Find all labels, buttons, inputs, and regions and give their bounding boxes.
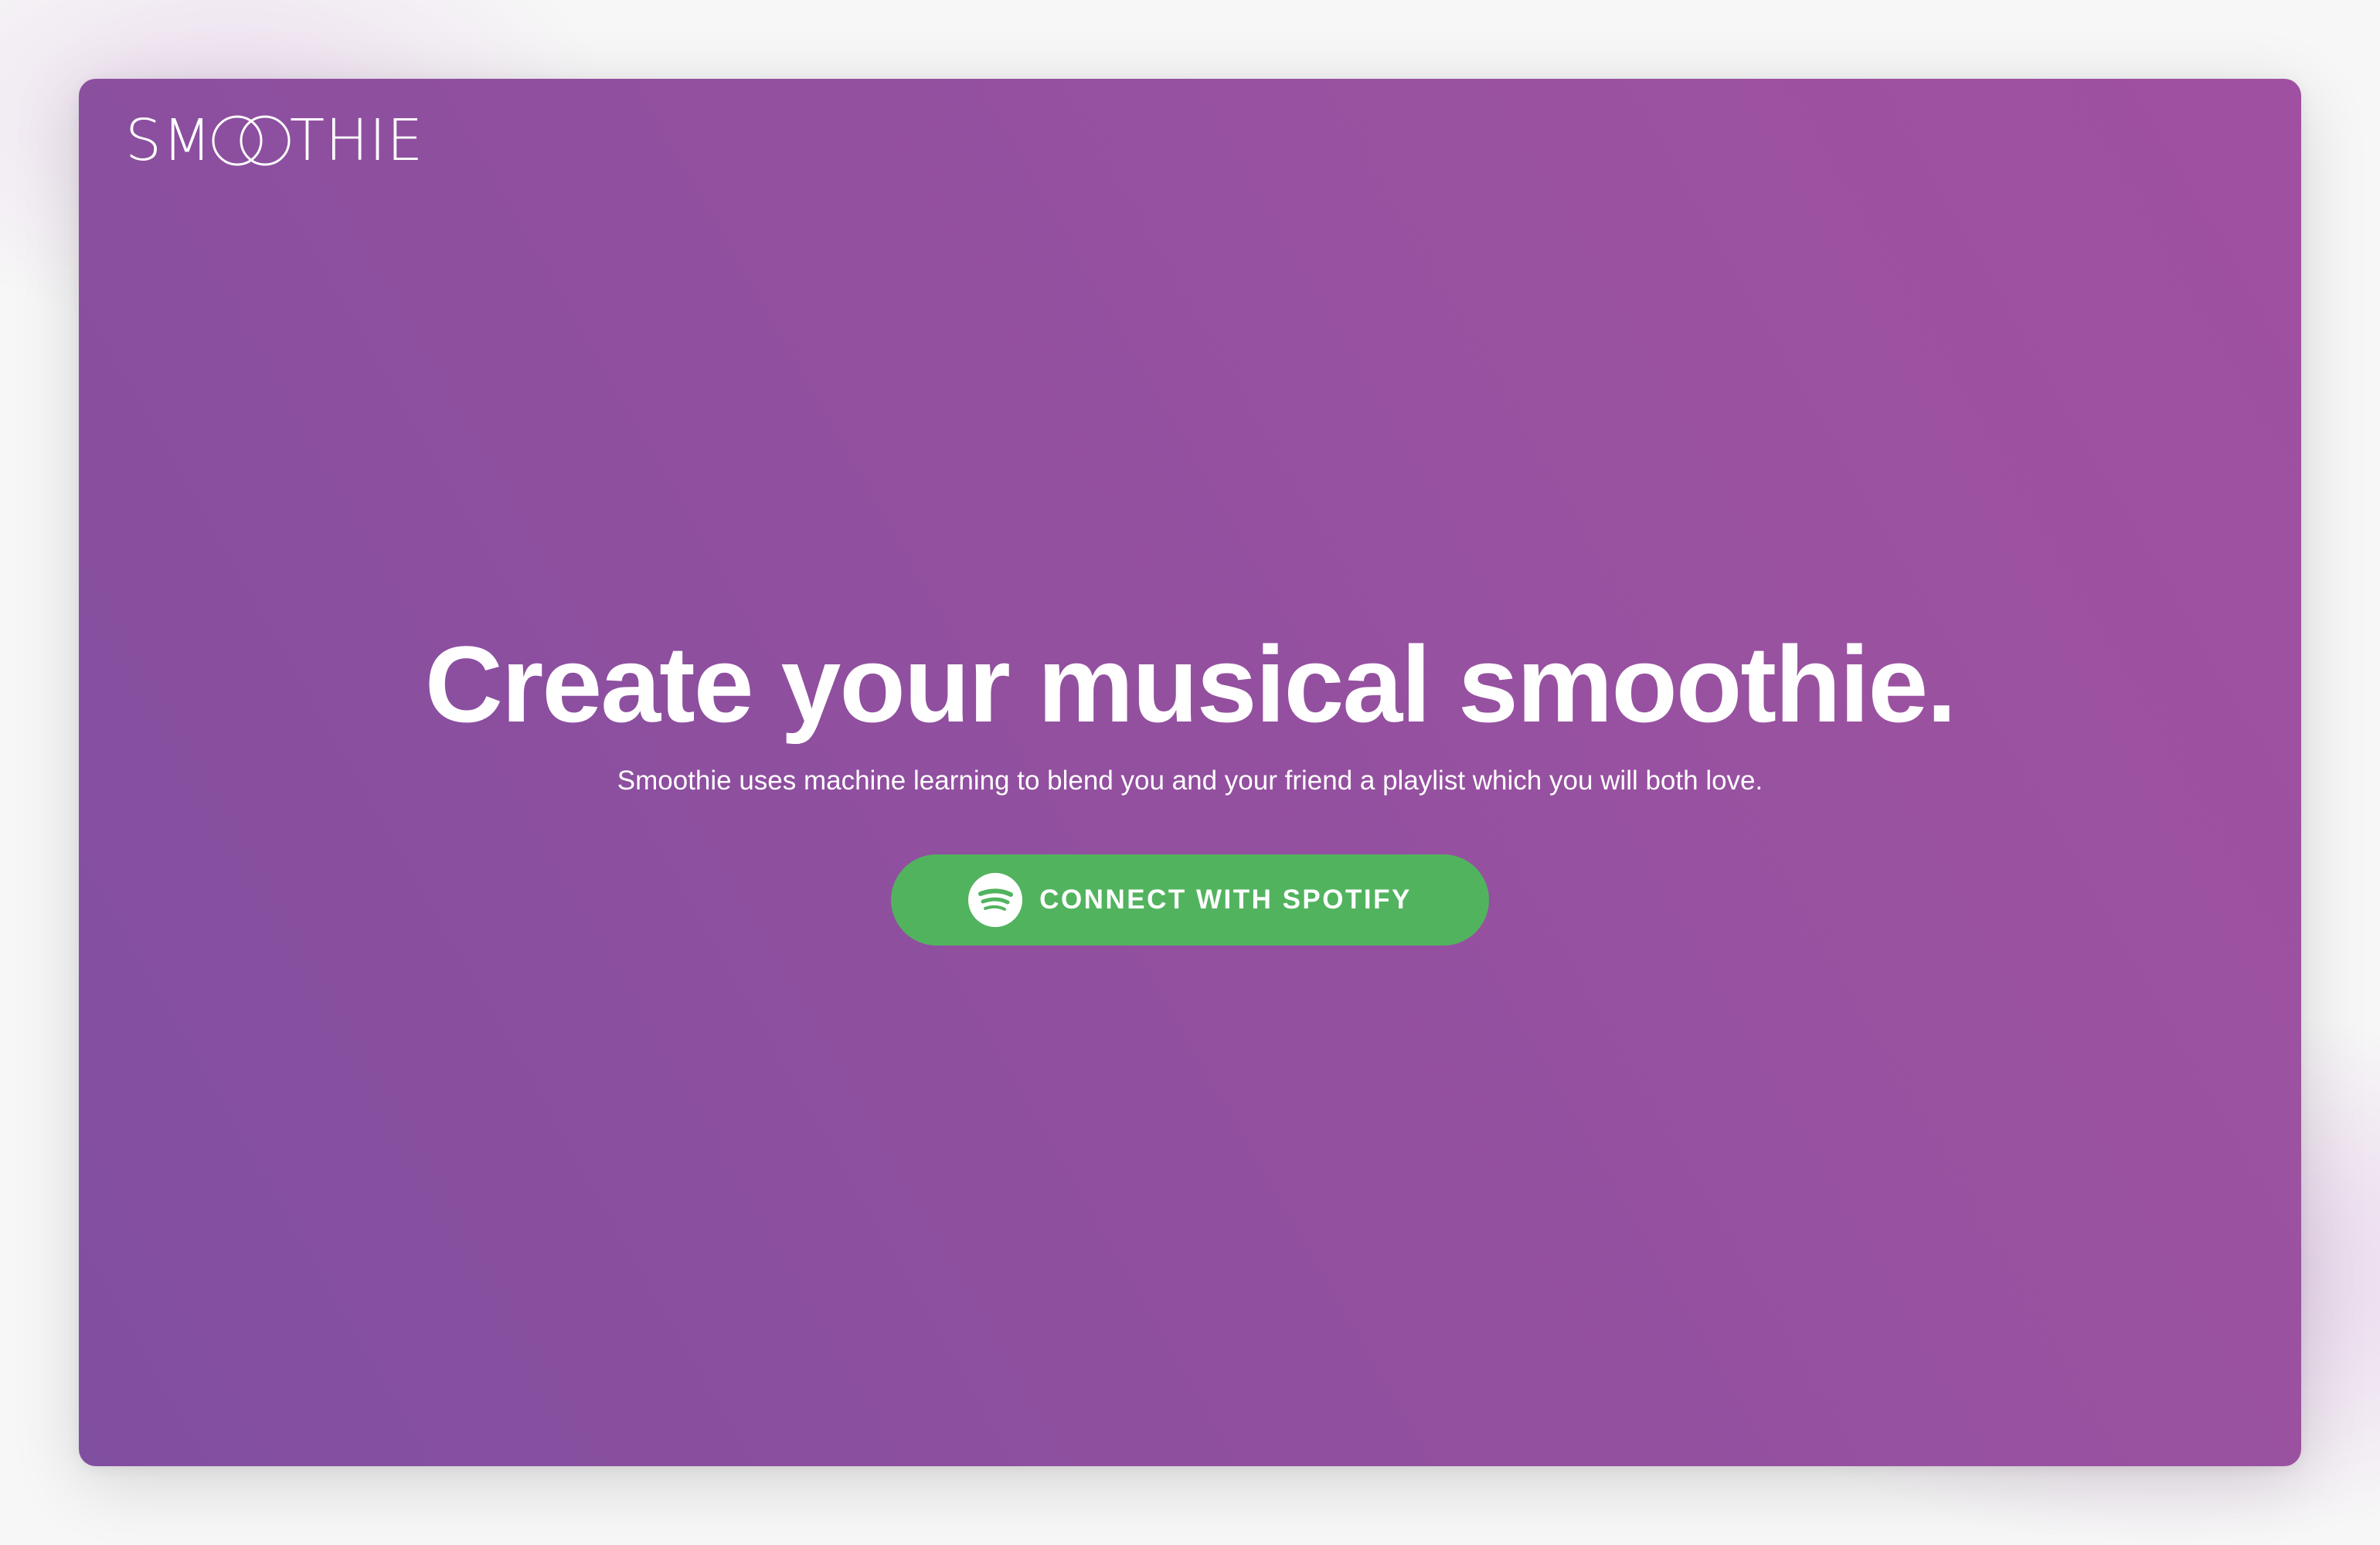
- connect-with-spotify-button[interactable]: CONNECT WITH SPOTIFY: [891, 854, 1489, 946]
- logo-text-right: THIE: [289, 107, 424, 174]
- logo-text-left: SM: [125, 107, 212, 174]
- hero-section: Create your musical smoothie. Smoothie u…: [79, 620, 2301, 946]
- hero-headline: Create your musical smoothie.: [424, 623, 1957, 745]
- app-window: SM THIE Create your musical smoothie. Sm…: [79, 79, 2301, 1466]
- smoothie-logo[interactable]: SM THIE: [125, 110, 423, 171]
- hero-subtitle: Smoothie uses machine learning to blend …: [617, 766, 1763, 796]
- connect-button-label: CONNECT WITH SPOTIFY: [1039, 885, 1412, 915]
- logo-rings-icon: [211, 114, 291, 168]
- spotify-icon: [968, 873, 1023, 927]
